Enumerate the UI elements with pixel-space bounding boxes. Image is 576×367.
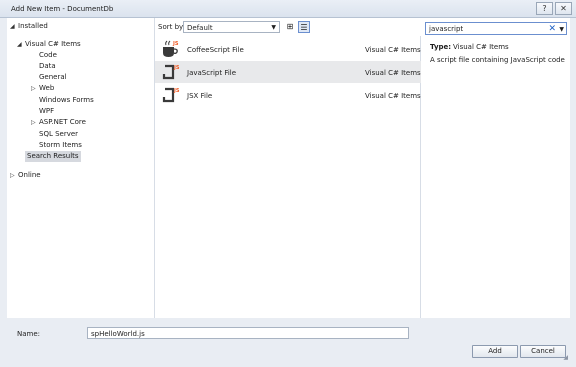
tree-node-web[interactable]: ▷ Web: [31, 83, 54, 94]
window-title: Add New Item - DocumentDb: [11, 5, 114, 13]
help-button[interactable]: ?: [536, 2, 553, 15]
template-name: JavaScript File: [187, 69, 237, 77]
template-tree: ◢ Installed ◢ Visual C# Items Code Data Ge…: [7, 18, 155, 318]
tree-node-online[interactable]: ▷ Online: [10, 170, 41, 181]
jsx-file-icon: JS: [162, 87, 180, 103]
expand-arrow-icon[interactable]: ▷: [31, 117, 39, 128]
expand-arrow-icon[interactable]: ▷: [10, 170, 18, 181]
type-label: Type:: [430, 43, 452, 51]
javascript-file-icon: JS: [162, 64, 180, 80]
chevron-down-icon[interactable]: ▼: [559, 26, 564, 33]
resize-grip-icon[interactable]: ◢: [563, 354, 568, 361]
tree-node-general[interactable]: General: [39, 72, 67, 83]
dialog-footer: Name: spHelloWorld.js Add Cancel ◢: [7, 323, 570, 363]
search-input[interactable]: javascript ✕ ▼: [425, 22, 567, 35]
clear-search-icon[interactable]: ✕: [548, 24, 556, 34]
list-item-javascript[interactable]: JS JavaScript File Visual C# Items: [155, 61, 421, 83]
list-item-jsx[interactable]: JS JSX File Visual C# Items: [155, 84, 421, 106]
tree-node-data[interactable]: Data: [39, 61, 56, 72]
sort-toolbar: Sort by: Default ▼ ⊞ ☰: [155, 18, 421, 36]
template-category: Visual C# Items: [365, 92, 421, 100]
list-item-coffeescript[interactable]: JS CoffeeScript File Visual C# Items: [155, 38, 421, 60]
tree-node-code[interactable]: Code: [39, 50, 57, 61]
template-category: Visual C# Items: [365, 46, 421, 54]
tree-node-aspnet-core[interactable]: ▷ ASP.NET Core: [31, 117, 86, 128]
add-button[interactable]: Add: [472, 345, 518, 358]
tree-node-search-results[interactable]: Search Results: [25, 151, 81, 162]
title-bar: Add New Item - DocumentDb ? ✕: [0, 0, 576, 18]
collapse-arrow-icon[interactable]: ◢: [17, 39, 25, 50]
svg-text:JS: JS: [173, 88, 180, 94]
sort-by-label: Sort by:: [158, 23, 186, 31]
name-field[interactable]: spHelloWorld.js: [87, 327, 409, 339]
name-label: Name:: [17, 330, 41, 338]
name-value: spHelloWorld.js: [91, 330, 145, 338]
coffeescript-file-icon: JS: [163, 40, 179, 57]
tree-node-installed[interactable]: ◢ Installed: [10, 21, 48, 32]
grid-view-icon[interactable]: ⊞: [284, 21, 296, 33]
sort-by-dropdown[interactable]: Default ▼: [183, 21, 280, 33]
tree-node-windows-forms[interactable]: Windows Forms: [39, 95, 94, 106]
tree-node-sql-server[interactable]: SQL Server: [39, 129, 78, 140]
collapse-arrow-icon[interactable]: ◢: [10, 21, 18, 32]
list-view-icon[interactable]: ☰: [298, 21, 310, 33]
tree-node-storm-items[interactable]: Storm Items: [39, 140, 82, 151]
tree-node-wpf[interactable]: WPF: [39, 106, 54, 117]
template-name: JSX File: [187, 92, 213, 100]
close-button[interactable]: ✕: [555, 2, 572, 15]
svg-text:JS: JS: [173, 65, 180, 71]
expand-arrow-icon[interactable]: ▷: [31, 83, 39, 94]
template-list: JS CoffeeScript File Visual C# Items JS …: [155, 36, 421, 318]
chevron-down-icon: ▼: [271, 24, 276, 31]
type-value: Visual C# Items: [453, 43, 509, 51]
cancel-button[interactable]: Cancel: [520, 345, 566, 358]
svg-text:JS: JS: [172, 41, 179, 47]
tree-node-visual-cs[interactable]: ◢ Visual C# Items: [17, 39, 81, 50]
template-name: CoffeeScript File: [187, 46, 244, 54]
template-category: Visual C# Items: [365, 69, 421, 77]
details-pane: javascript ✕ ▼ Type: Visual C# Items A s…: [421, 18, 570, 318]
template-description: A script file containing JavaScript code: [430, 56, 565, 64]
search-value: javascript: [429, 25, 464, 33]
